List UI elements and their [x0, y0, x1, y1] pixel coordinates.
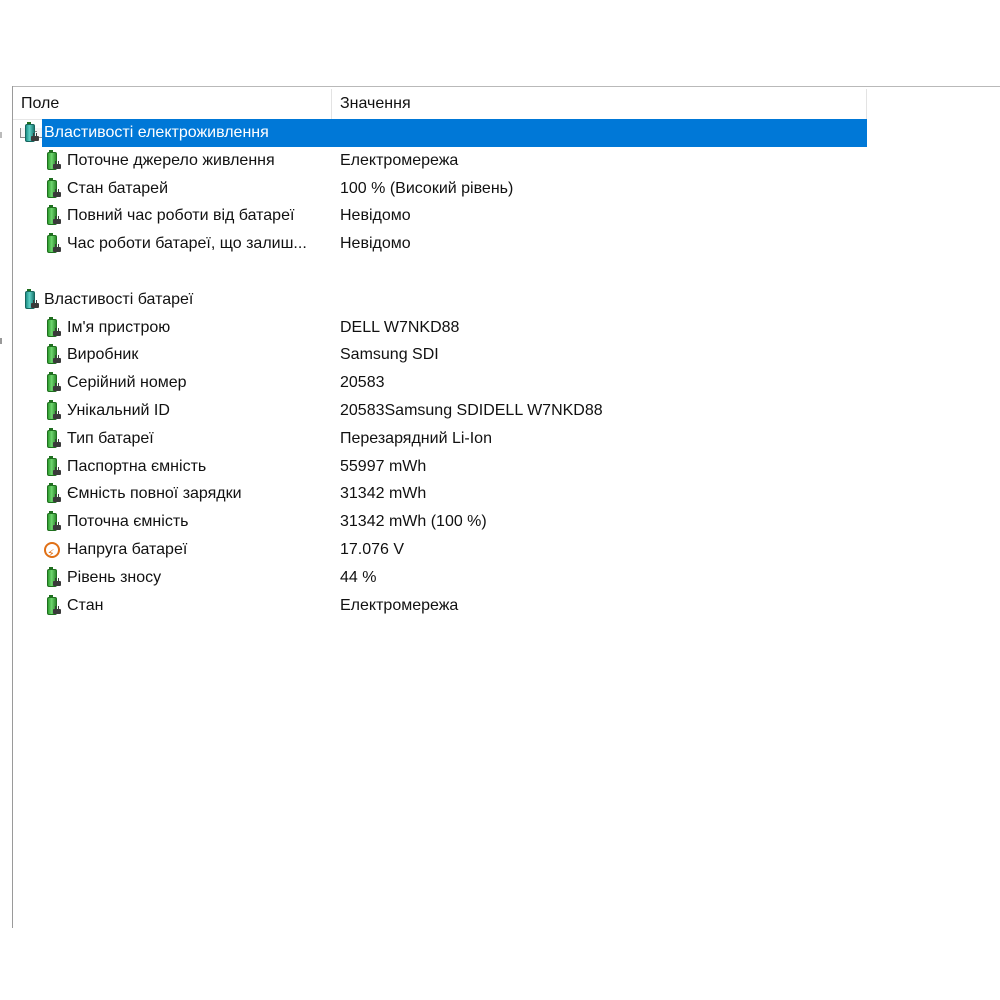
list-item[interactable]: Рівень зносу 44 % [13, 564, 867, 592]
field-label: Тип батареї [67, 430, 154, 447]
group-header[interactable]: Властивості батареї [13, 286, 867, 314]
list-item[interactable]: Стан батарей 100 % (Високий рівень) [13, 175, 867, 203]
value-label: 31342 mWh (100 %) [340, 513, 487, 530]
list-item[interactable]: Паспортна ємність 55997 mWh [13, 453, 867, 481]
field-label: Поточна ємність [67, 513, 189, 530]
toolbar-edge [0, 132, 2, 138]
column-header-value[interactable]: Значення [332, 89, 867, 119]
value-label: Невідомо [340, 235, 411, 252]
field-label: Серійний номер [67, 374, 187, 391]
field-label: Стан батарей [67, 180, 169, 197]
value-label: Перезарядний Li-Ion [340, 430, 492, 447]
value-label: 100 % (Високий рівень) [340, 180, 514, 197]
list-item[interactable]: Поточна ємність 31342 mWh (100 %) [13, 508, 867, 536]
field-label: Властивості електроживлення [44, 124, 269, 141]
value-label: 44 % [340, 569, 377, 586]
field-label: Унікальний ID [67, 402, 170, 419]
battery-plug-icon [44, 428, 62, 449]
battery-plug-icon [22, 289, 40, 310]
list-item[interactable]: Ємність повної зарядки 31342 mWh [13, 480, 867, 508]
value-label: DELL W7NKD88 [340, 319, 460, 336]
battery-plug-icon [44, 205, 62, 226]
list-item[interactable]: Повний час роботи від батареї Невідомо [13, 202, 867, 230]
value-label: 20583Samsung SDIDELL W7NKD88 [340, 402, 603, 419]
battery-plug-icon [44, 567, 62, 588]
field-label: Рівень зносу [67, 569, 162, 586]
value-label: Електромережа [340, 597, 459, 614]
battery-plug-icon [44, 317, 62, 338]
battery-plug-icon [44, 344, 62, 365]
value-label: Samsung SDI [340, 346, 439, 363]
battery-plug-icon [44, 456, 62, 477]
toolbar [0, 60, 1000, 139]
field-label: Час роботи батареї, що залиш... [67, 235, 307, 252]
list-item[interactable]: Стан Електромережа [13, 592, 867, 620]
properties-list-view[interactable]: Поле Значення Властивості електроживленн… [13, 87, 1000, 928]
battery-plug-icon [44, 233, 62, 254]
list-item[interactable]: Напруга батареї 17.076 V [13, 536, 867, 568]
list-item[interactable]: Поточне джерело живлення Електромережа [13, 147, 867, 175]
list-item[interactable]: Час роботи батареї, що залиш... Невідомо [13, 230, 867, 258]
battery-plug-icon [44, 372, 62, 393]
field-label: Стан [67, 597, 104, 614]
field-label: Поточне джерело живлення [67, 152, 275, 169]
value-label: 17.076 V [340, 541, 405, 558]
list-header: Поле Значення [13, 89, 867, 120]
field-label: Виробник [67, 346, 139, 363]
field-label: Паспортна ємність [67, 458, 207, 475]
value-label: 55997 mWh [340, 458, 427, 475]
group-header[interactable]: Властивості електроживлення [13, 119, 867, 147]
battery-plug-icon [44, 178, 62, 199]
field-label: Ємність повної зарядки [67, 485, 242, 502]
value-label: 31342 mWh [340, 485, 427, 502]
battery-plug-icon [44, 483, 62, 504]
list-item[interactable]: Тип батареї Перезарядний Li-Ion [13, 425, 867, 453]
field-label: Напруга батареї [67, 541, 188, 558]
field-label: Властивості батареї [44, 291, 194, 308]
field-label: Ім'я пристрою [67, 319, 171, 336]
list-item[interactable]: Ім'я пристрою DELL W7NKD88 [13, 314, 867, 342]
value-label: 20583 [340, 374, 385, 391]
list-item[interactable]: Виробник Samsung SDI [13, 341, 867, 369]
value-label: Електромережа [340, 152, 459, 169]
battery-plug-icon [44, 511, 62, 532]
battery-plug-icon [44, 150, 62, 171]
value-label: Невідомо [340, 207, 411, 224]
field-label: Повний час роботи від батареї [67, 207, 295, 224]
battery-plug-icon [44, 400, 62, 421]
list-item[interactable]: Унікальний ID 20583Samsung SDIDELL W7NKD8… [13, 397, 867, 425]
battery-plug-icon [22, 122, 40, 143]
list-item[interactable]: Серійний номер 20583 [13, 369, 867, 397]
battery-plug-icon [44, 595, 62, 616]
splitter-mark[interactable] [0, 338, 2, 344]
voltage-icon [44, 540, 62, 568]
column-header-field[interactable]: Поле [13, 89, 332, 119]
